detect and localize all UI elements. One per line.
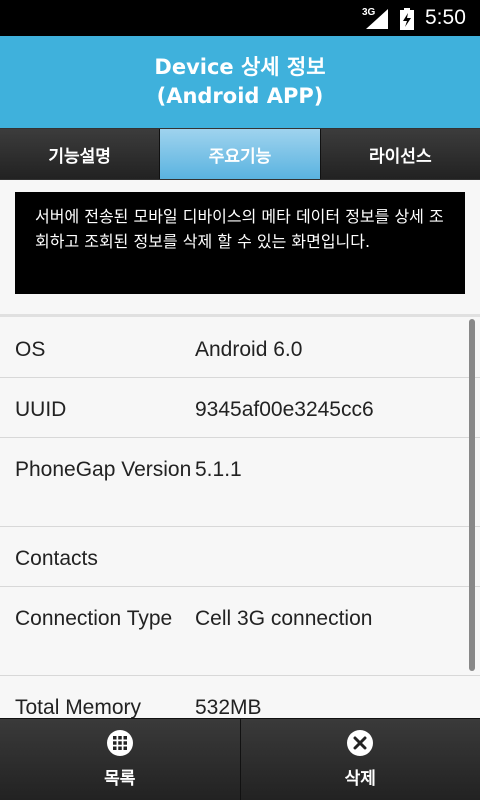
page-title: Device 상세 정보 [154, 55, 326, 79]
info-value: Android 6.0 [195, 338, 303, 361]
info-value: Cell 3G connection [195, 607, 373, 630]
battery-charging-icon [400, 8, 414, 30]
close-icon [347, 730, 374, 756]
tab-main-features[interactable]: 주요기능 [160, 129, 321, 179]
scrollbar[interactable] [469, 319, 475, 671]
description-box: 서버에 전송된 모바일 디바이스의 메타 데이터 정보를 상세 조회하고 조회된… [15, 192, 465, 294]
device-info-list: OS Android 6.0 UUID 9345af00e3245cc6 Pho… [0, 318, 480, 718]
info-label: Contacts [15, 547, 98, 570]
page-header: Device 상세 정보 (Android APP) [0, 36, 480, 128]
clock: 5:50 [425, 6, 466, 29]
info-row-os: OS Android 6.0 [0, 318, 480, 378]
info-row-phonegap-version: PhoneGap Version 5.1.1 [0, 438, 480, 527]
info-row-uuid: UUID 9345af00e3245cc6 [0, 378, 480, 438]
content-area[interactable]: 서버에 전송된 모바일 디바이스의 메타 데이터 정보를 상세 조회하고 조회된… [0, 180, 480, 718]
info-row-total-memory: Total Memory 532MB [0, 676, 480, 718]
list-button[interactable]: 목록 [0, 719, 241, 800]
footer-bar: 목록 삭제 [0, 718, 480, 800]
list-button-label: 목록 [104, 769, 136, 789]
signal-icon [366, 9, 388, 29]
info-value: 5.1.1 [195, 458, 242, 481]
info-value: 532MB [195, 696, 262, 718]
info-value [195, 544, 480, 586]
grid-icon [106, 730, 133, 756]
tab-bar: 기능설명 주요기능 라이선스 [0, 128, 480, 180]
page-subtitle: (Android APP) [156, 84, 324, 108]
info-value: 9345af00e3245cc6 [195, 398, 374, 421]
tab-license[interactable]: 라이선스 [320, 129, 480, 179]
info-label: OS [15, 338, 46, 361]
info-label: UUID [15, 398, 67, 421]
info-label: Total Memory [15, 696, 142, 718]
info-row-contacts: Contacts [0, 527, 480, 587]
divider [0, 314, 480, 317]
delete-button-label: 삭제 [344, 769, 376, 789]
info-label: Connection Type [15, 607, 173, 630]
delete-button[interactable]: 삭제 [240, 719, 480, 800]
tab-description[interactable]: 기능설명 [0, 129, 161, 179]
info-label: PhoneGap Version [15, 458, 192, 481]
info-row-connection-type: Connection Type Cell 3G connection [0, 587, 480, 676]
status-bar: 3G 5:50 [0, 0, 480, 36]
